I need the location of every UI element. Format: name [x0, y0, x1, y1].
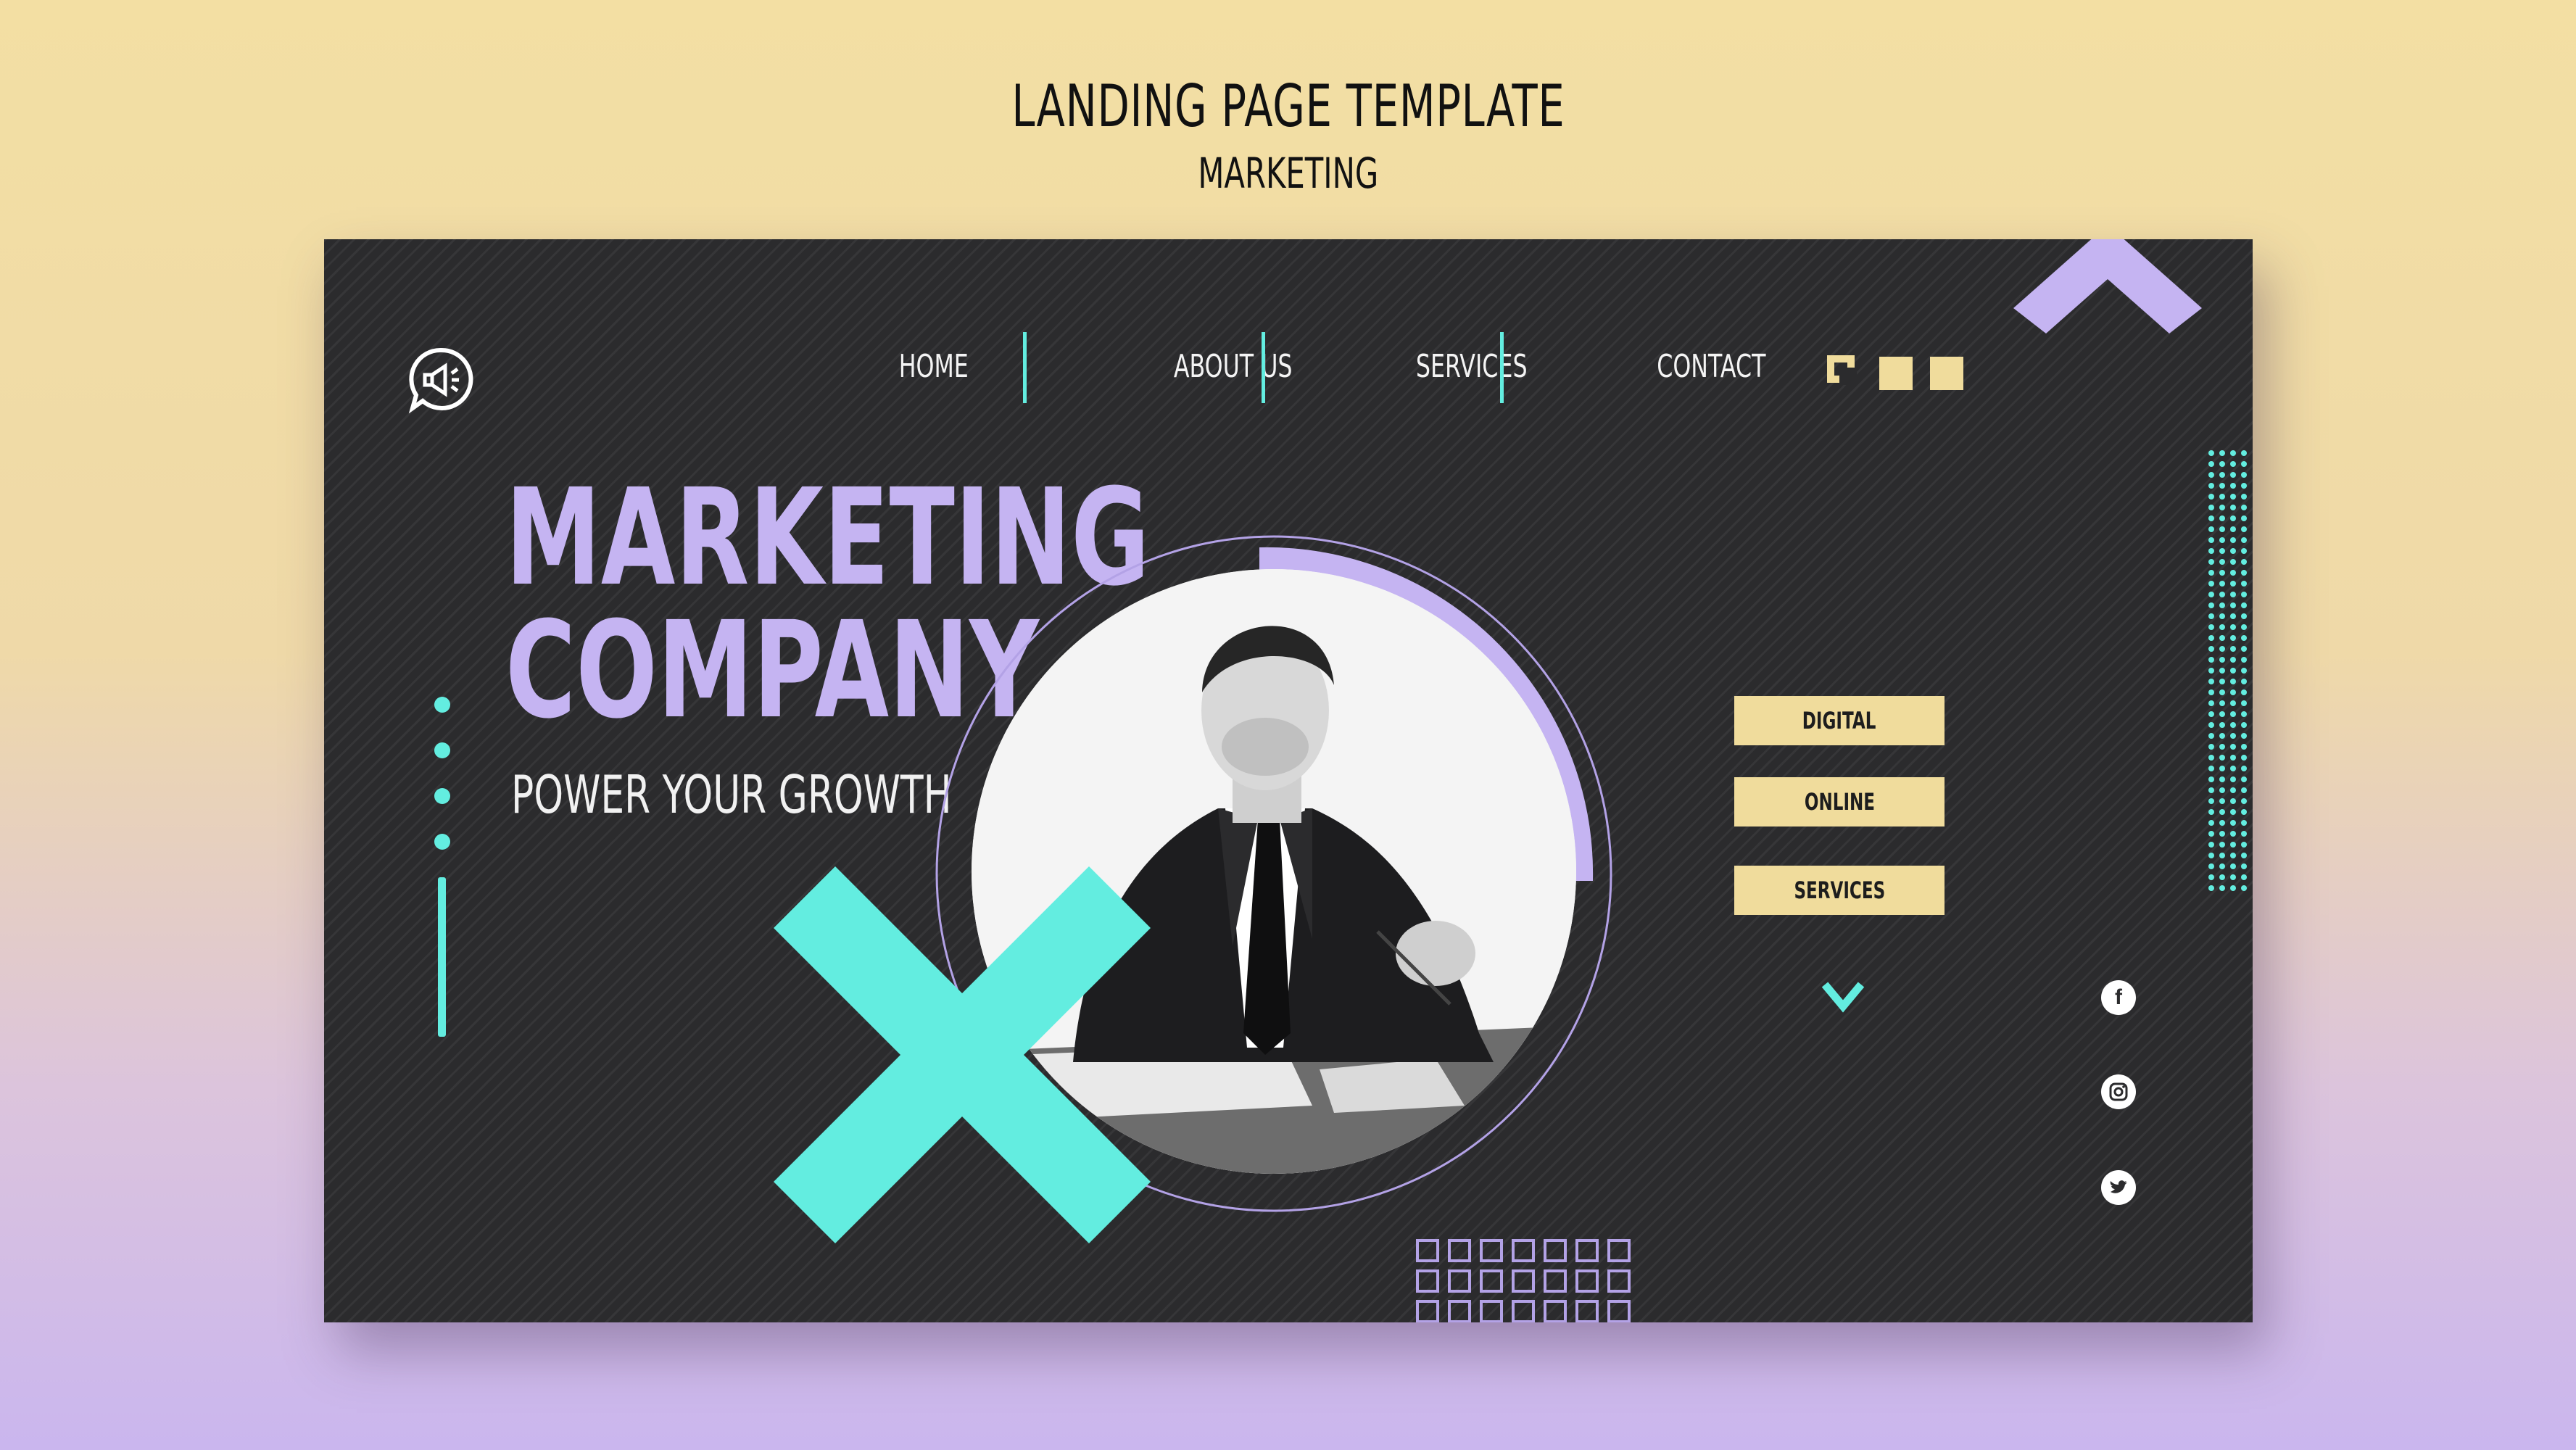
- nav-about-us[interactable]: ABOUT US: [1146, 348, 1320, 385]
- square-decoration: [1930, 357, 1963, 390]
- tag-digital-button[interactable]: DIGITAL: [1734, 696, 1945, 745]
- facebook-icon[interactable]: f: [2101, 980, 2136, 1015]
- instagram-icon[interactable]: [2101, 1074, 2136, 1109]
- nav-services[interactable]: SERVICES: [1385, 348, 1559, 385]
- twitter-icon[interactable]: [2101, 1170, 2136, 1205]
- landing-page-card: HOME ABOUT US SERVICES CONTACT MARKETING…: [324, 239, 2253, 1322]
- square-grid-decoration: [1416, 1239, 1631, 1322]
- bar-decoration: [438, 877, 446, 1037]
- template-subtitle: MARKETING: [1198, 149, 1378, 198]
- tag-online-button[interactable]: ONLINE: [1734, 777, 1945, 826]
- chevron-down-icon[interactable]: [1821, 979, 1865, 1015]
- template-title: LANDING PAGE TEMPLATE: [1011, 72, 1565, 140]
- dot-decoration: [434, 788, 450, 804]
- nav-divider: [1500, 332, 1504, 403]
- tag-services-button[interactable]: SERVICES: [1734, 866, 1945, 915]
- dot-grid-decoration: [2208, 450, 2251, 892]
- nav-divider: [1262, 332, 1265, 403]
- dot-decoration: [434, 742, 450, 758]
- chevron-up-decoration: [2013, 239, 2202, 334]
- dot-decoration: [434, 834, 450, 850]
- square-decoration: [1827, 355, 1857, 385]
- megaphone-chat-icon[interactable]: [405, 344, 478, 417]
- nav-divider: [1023, 332, 1027, 403]
- dot-decoration: [434, 697, 450, 713]
- square-decoration: [1879, 357, 1913, 390]
- nav-contact[interactable]: CONTACT: [1624, 348, 1798, 385]
- x-shape-decoration: [774, 866, 1151, 1243]
- nav-home[interactable]: HOME: [847, 348, 1021, 385]
